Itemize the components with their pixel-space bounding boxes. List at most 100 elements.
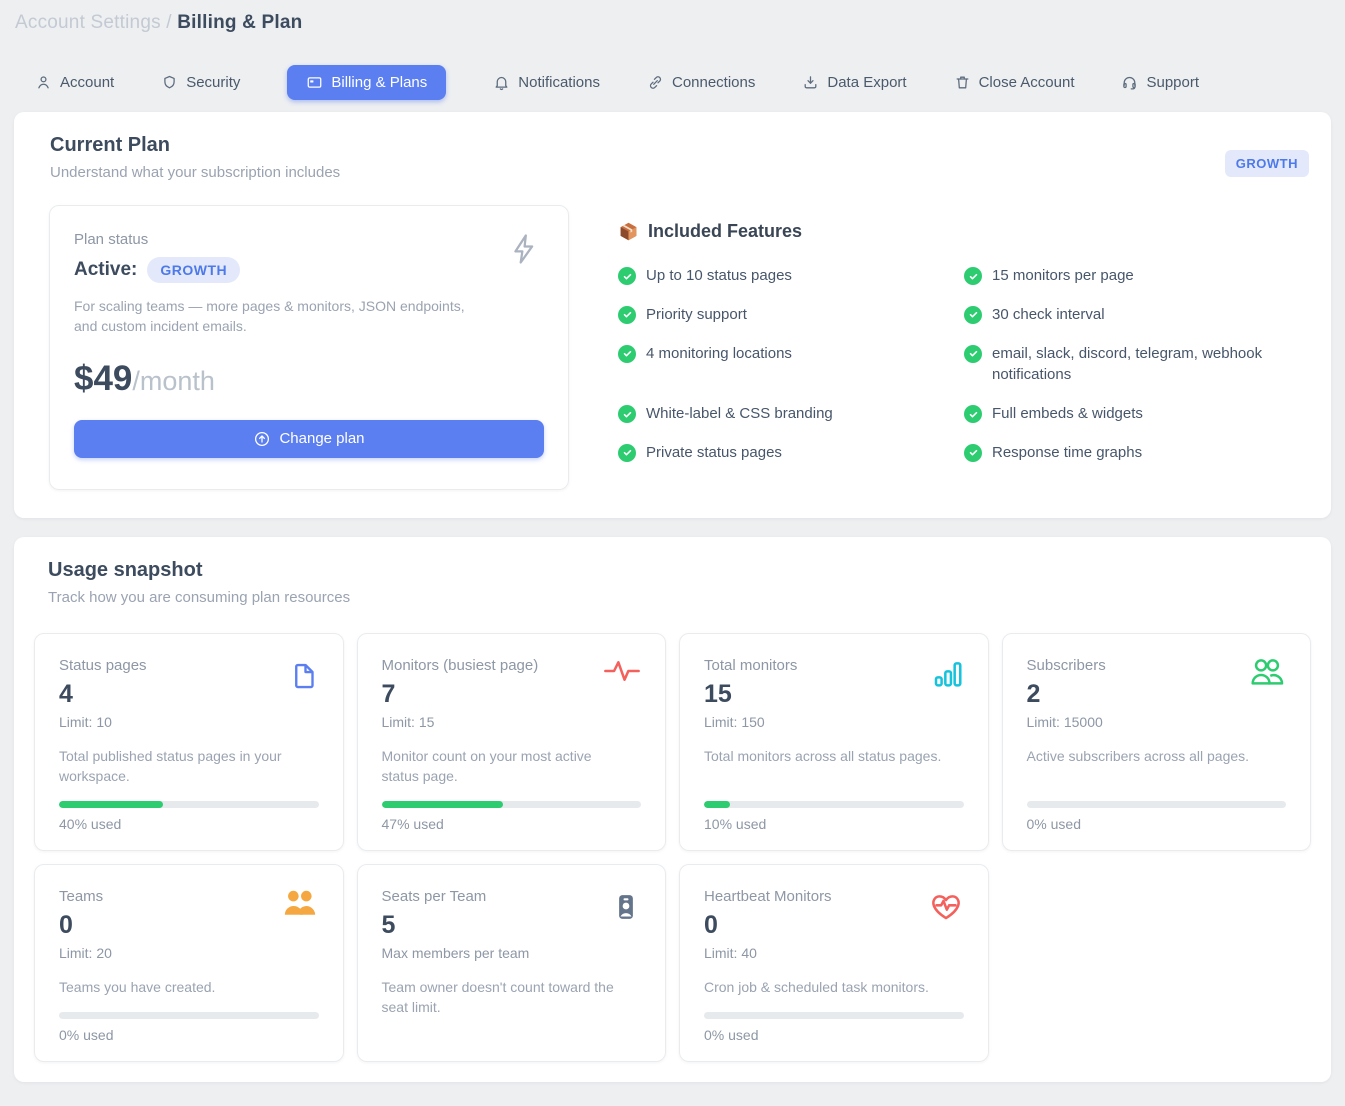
current-plan-title: Current Plan xyxy=(50,134,1311,157)
check-circle-icon xyxy=(964,345,982,363)
check-circle-icon xyxy=(964,444,982,462)
progress-label: 40% used xyxy=(59,816,319,832)
feature-label: 15 monitors per page xyxy=(992,265,1134,287)
progress-label: 47% used xyxy=(382,816,642,832)
tab-label: Notifications xyxy=(518,74,600,91)
breadcrumb-page: Billing & Plan xyxy=(177,12,302,33)
feature-label: email, slack, discord, telegram, webhook… xyxy=(992,343,1281,387)
plan-description: For scaling teams — more pages & monitor… xyxy=(74,296,484,337)
price-amount: $49 xyxy=(74,359,132,398)
feature-item: email, slack, discord, telegram, webhook… xyxy=(964,343,1311,387)
usage-progress: 0% used xyxy=(704,998,964,1043)
plan-badge: GROWTH xyxy=(1225,150,1309,177)
feature-item: 15 monitors per page xyxy=(964,265,1311,287)
tab-security[interactable]: Security xyxy=(161,74,240,91)
tab-connections[interactable]: Connections xyxy=(647,74,755,91)
plan-price: $49/month xyxy=(74,359,544,399)
feature-label: Response time graphs xyxy=(992,442,1142,464)
included-features: Included Features Up to 10 status pages … xyxy=(569,205,1311,490)
change-plan-label: Change plan xyxy=(279,430,364,447)
breadcrumb-section[interactable]: Account Settings / xyxy=(15,12,172,33)
usage-card-description: Monitor count on your most active status… xyxy=(382,747,642,786)
progress-label: 0% used xyxy=(704,1027,964,1043)
tab-data-export[interactable]: Data Export xyxy=(802,74,906,91)
usage-card-limit: Limit: 15 xyxy=(382,714,642,730)
feature-item: Response time graphs xyxy=(964,442,1311,464)
arrow-up-circle-icon xyxy=(253,430,271,448)
check-circle-icon xyxy=(618,345,636,363)
tab-account[interactable]: Account xyxy=(35,74,114,91)
usage-title: Usage snapshot xyxy=(48,559,1313,582)
usage-card-title: Seats per Team xyxy=(382,888,642,905)
plan-status-value: Active: xyxy=(74,259,137,281)
progress-track xyxy=(59,1012,319,1019)
usage-progress: 0% used xyxy=(1027,787,1287,832)
plan-status-card: Plan status Active: GROWTH For scaling t… xyxy=(49,205,569,490)
check-circle-icon xyxy=(618,306,636,324)
features-title: Included Features xyxy=(648,221,802,242)
progress-track xyxy=(1027,801,1287,808)
feature-label: White-label & CSS branding xyxy=(646,403,833,425)
current-plan-section: Current Plan Understand what your subscr… xyxy=(14,112,1331,518)
usage-card-description: Teams you have created. xyxy=(59,978,319,998)
usage-card-title: Total monitors xyxy=(704,657,964,674)
progress-fill xyxy=(382,801,504,808)
feature-item: 4 monitoring locations xyxy=(618,343,964,387)
progress-fill xyxy=(59,801,163,808)
tab-label: Account xyxy=(60,74,114,91)
link-icon xyxy=(647,74,664,91)
feature-label: Full embeds & widgets xyxy=(992,403,1143,425)
users-icon xyxy=(1248,658,1286,686)
tab-label: Data Export xyxy=(827,74,906,91)
file-icon xyxy=(289,658,319,694)
tab-label: Security xyxy=(186,74,240,91)
price-period: /month xyxy=(132,366,215,396)
bell-icon xyxy=(493,74,510,91)
usage-card-limit: Limit: 15000 xyxy=(1027,714,1287,730)
usage-card-total-monitors: Total monitors 15 Limit: 150 Total monit… xyxy=(679,633,989,851)
usage-card-value: 4 xyxy=(59,680,319,709)
feature-item: White-label & CSS branding xyxy=(618,403,964,425)
usage-card-status-pages: Status pages 4 Limit: 10 Total published… xyxy=(34,633,344,851)
feature-item: Priority support xyxy=(618,304,964,326)
plan-status-label: Plan status xyxy=(74,231,544,248)
progress-track xyxy=(59,801,319,808)
usage-card-seats-per-team: Seats per Team 5 Max members per team Te… xyxy=(357,864,667,1062)
usage-card-value: 15 xyxy=(704,680,964,709)
usage-card-value: 0 xyxy=(704,911,964,940)
usage-card-value: 7 xyxy=(382,680,642,709)
usage-card-description: Total monitors across all status pages. xyxy=(704,747,964,767)
progress-label: 0% used xyxy=(59,1027,319,1043)
feature-item: Full embeds & widgets xyxy=(964,403,1311,425)
tab-support[interactable]: Support xyxy=(1121,74,1199,91)
plan-tier-badge: GROWTH xyxy=(147,257,240,283)
usage-card-description: Cron job & scheduled task monitors. xyxy=(704,978,964,998)
tab-close-account[interactable]: Close Account xyxy=(954,74,1075,91)
usage-card-teams: Teams 0 Limit: 20 Teams you have created… xyxy=(34,864,344,1062)
tab-label: Connections xyxy=(672,74,755,91)
usage-subtitle: Track how you are consuming plan resourc… xyxy=(48,589,1313,606)
check-circle-icon xyxy=(964,405,982,423)
feature-item: Private status pages xyxy=(618,442,964,464)
usage-card-limit: Limit: 40 xyxy=(704,945,964,961)
user-icon xyxy=(35,74,52,91)
bar-chart-icon xyxy=(932,658,964,690)
tab-billing-plans[interactable]: Billing & Plans xyxy=(287,65,446,100)
feature-item: Up to 10 status pages xyxy=(618,265,964,287)
package-icon xyxy=(618,221,639,242)
usage-card-limit: Limit: 20 xyxy=(59,945,319,961)
usage-grid: Status pages 4 Limit: 10 Total published… xyxy=(34,633,1311,1062)
usage-card-value: 5 xyxy=(382,911,642,940)
feature-label: Private status pages xyxy=(646,442,782,464)
tab-label: Billing & Plans xyxy=(331,74,427,91)
credit-card-icon xyxy=(306,74,323,91)
feature-grid: Up to 10 status pages 15 monitors per pa… xyxy=(618,265,1311,464)
change-plan-button[interactable]: Change plan xyxy=(74,420,544,458)
tab-notifications[interactable]: Notifications xyxy=(493,74,600,91)
feature-label: Priority support xyxy=(646,304,747,326)
check-circle-icon xyxy=(618,267,636,285)
pulse-icon xyxy=(603,658,641,684)
feature-label: 4 monitoring locations xyxy=(646,343,792,365)
progress-fill xyxy=(704,801,730,808)
tab-label: Close Account xyxy=(979,74,1075,91)
